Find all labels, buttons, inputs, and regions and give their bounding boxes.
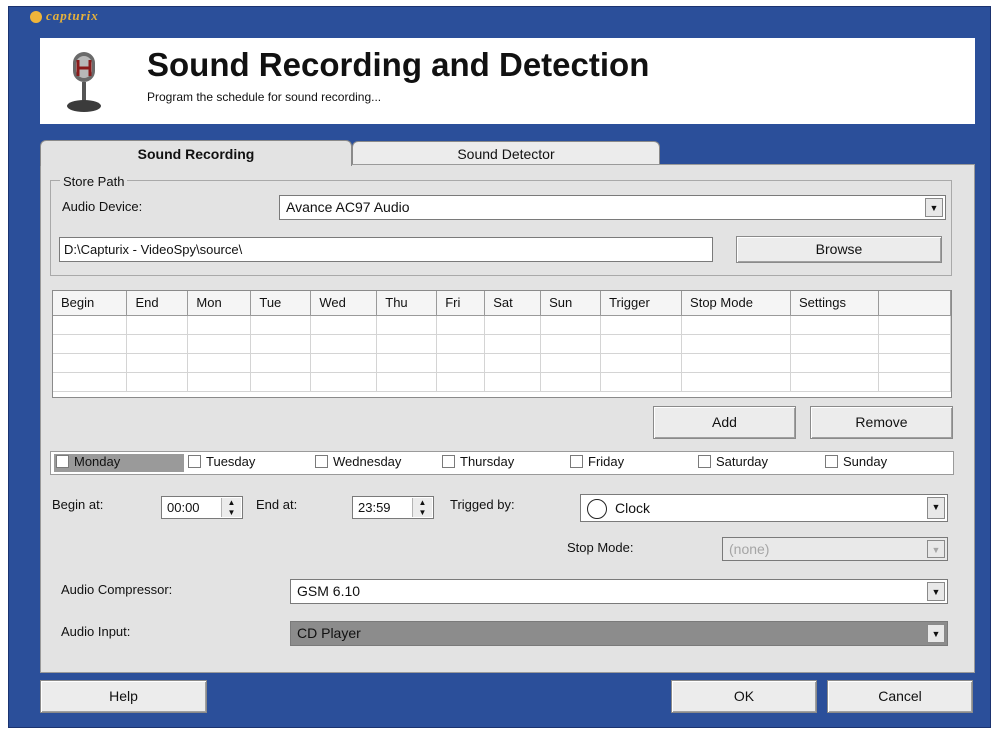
checkbox-label: Sunday <box>843 454 888 469</box>
spinner-arrows-icon[interactable]: ▲ ▼ <box>412 498 432 517</box>
help-button[interactable]: Help <box>40 680 207 713</box>
checkbox-box[interactable] <box>698 455 711 468</box>
chevron-down-icon[interactable]: ▼ <box>927 540 945 558</box>
end-time-value: 23:59 <box>358 500 391 515</box>
audio-input-label: Audio Input: <box>61 624 131 639</box>
trigger-select[interactable]: Clock ▼ <box>580 494 948 522</box>
checkbox-label: Monday <box>74 454 121 469</box>
begin-time-spinner[interactable]: 00:00 ▲ ▼ <box>161 496 243 519</box>
checkbox-wednesday[interactable]: Wednesday <box>313 454 401 472</box>
chevron-down-icon[interactable]: ▼ <box>927 582 945 601</box>
table-header-row: Begin End Mon Tue Wed Thu Fri Sat Sun Tr… <box>53 291 951 316</box>
column-header[interactable]: Settings <box>790 291 879 316</box>
microphone-icon <box>67 52 101 112</box>
column-header[interactable]: Fri <box>436 291 486 316</box>
begin-at-label: Begin at: <box>52 497 104 512</box>
stop-mode-label: Stop Mode: <box>567 540 634 555</box>
store-path-input[interactable]: D:\Capturix - VideoSpy\source\ <box>59 237 713 262</box>
brand-text: capturix <box>46 8 99 23</box>
dialog-header: Sound Recording and Detection Program th… <box>40 38 975 124</box>
cancel-button[interactable]: Cancel <box>827 680 973 713</box>
checkbox-box[interactable] <box>56 455 69 468</box>
trigger-value: Clock <box>615 500 651 516</box>
browse-button[interactable]: Browse <box>736 236 942 263</box>
clock-icon <box>587 499 607 520</box>
table-row[interactable] <box>53 353 951 373</box>
chevron-down-icon[interactable]: ▼ <box>927 497 945 519</box>
column-header[interactable]: Sun <box>540 291 602 316</box>
checkbox-box[interactable] <box>570 455 583 468</box>
column-header[interactable]: Wed <box>310 291 378 316</box>
checkbox-tuesday[interactable]: Tuesday <box>186 454 255 472</box>
logo-icon <box>30 11 42 24</box>
audio-device-value: Avance AC97 Audio <box>286 199 410 215</box>
checkbox-box[interactable] <box>442 455 455 468</box>
audio-input-select[interactable]: CD Player ▼ <box>290 621 948 646</box>
schedule-table[interactable]: Begin End Mon Tue Wed Thu Fri Sat Sun Tr… <box>52 290 952 398</box>
checkbox-label: Saturday <box>716 454 769 469</box>
table-row[interactable] <box>53 372 951 392</box>
end-at-label: End at: <box>256 497 298 512</box>
table-row[interactable] <box>53 315 951 335</box>
checkbox-label: Friday <box>588 454 625 469</box>
column-header[interactable]: Mon <box>187 291 252 316</box>
column-header[interactable]: Trigger <box>600 291 683 316</box>
page-subtitle: Program the schedule for sound recording… <box>147 90 382 104</box>
checkbox-box[interactable] <box>188 455 201 468</box>
audio-compressor-label: Audio Compressor: <box>61 582 173 597</box>
trigged-by-label: Trigged by: <box>450 497 515 512</box>
stop-mode-select[interactable]: (none) ▼ <box>722 537 948 561</box>
checkbox-label: Wednesday <box>333 454 402 469</box>
checkbox-thursday[interactable]: Thursday <box>440 454 514 472</box>
remove-button[interactable]: Remove <box>810 406 953 439</box>
end-time-spinner[interactable]: 23:59 ▲ ▼ <box>352 496 434 519</box>
stop-mode-value: (none) <box>729 541 770 557</box>
chevron-down-icon[interactable]: ▼ <box>927 624 945 643</box>
table-row[interactable] <box>53 334 951 354</box>
weekday-checkbox-row: Monday Tuesday Wednesday Thursday Friday… <box>50 451 954 475</box>
column-header[interactable]: Sat <box>484 291 542 316</box>
checkbox-label: Thursday <box>460 454 515 469</box>
audio-compressor-select[interactable]: GSM 6.10 ▼ <box>290 579 948 604</box>
checkbox-label: Tuesday <box>206 454 256 469</box>
chevron-down-icon[interactable]: ▼ <box>925 198 943 217</box>
column-header[interactable]: Begin <box>53 291 128 316</box>
checkbox-friday[interactable]: Friday <box>568 454 624 472</box>
checkbox-sunday[interactable]: Sunday <box>823 454 887 472</box>
column-header[interactable]: Tue <box>250 291 312 316</box>
tab-sound-detector[interactable]: Sound Detector <box>352 141 660 165</box>
column-header <box>878 291 951 316</box>
audio-compressor-value: GSM 6.10 <box>297 583 361 599</box>
spinner-arrows-icon[interactable]: ▲ ▼ <box>221 498 241 517</box>
add-button[interactable]: Add <box>653 406 796 439</box>
checkbox-saturday[interactable]: Saturday <box>696 454 768 472</box>
tab-sound-recording[interactable]: Sound Recording <box>40 140 352 166</box>
audio-input-value: CD Player <box>297 625 361 641</box>
begin-time-value: 00:00 <box>167 500 200 515</box>
brand-logo: capturix <box>30 8 180 26</box>
ok-button[interactable]: OK <box>671 680 817 713</box>
column-header[interactable]: Stop Mode <box>681 291 791 316</box>
column-header[interactable]: Thu <box>376 291 438 316</box>
checkbox-monday[interactable]: Monday <box>54 454 184 472</box>
audio-device-label: Audio Device: <box>62 199 143 214</box>
checkbox-box[interactable] <box>315 455 328 468</box>
page-title: Sound Recording and Detection <box>147 46 650 83</box>
column-header[interactable]: End <box>126 291 189 316</box>
audio-device-select[interactable]: Avance AC97 Audio ▼ <box>279 195 946 220</box>
store-path-legend: Store Path <box>60 174 128 189</box>
checkbox-box[interactable] <box>825 455 838 468</box>
